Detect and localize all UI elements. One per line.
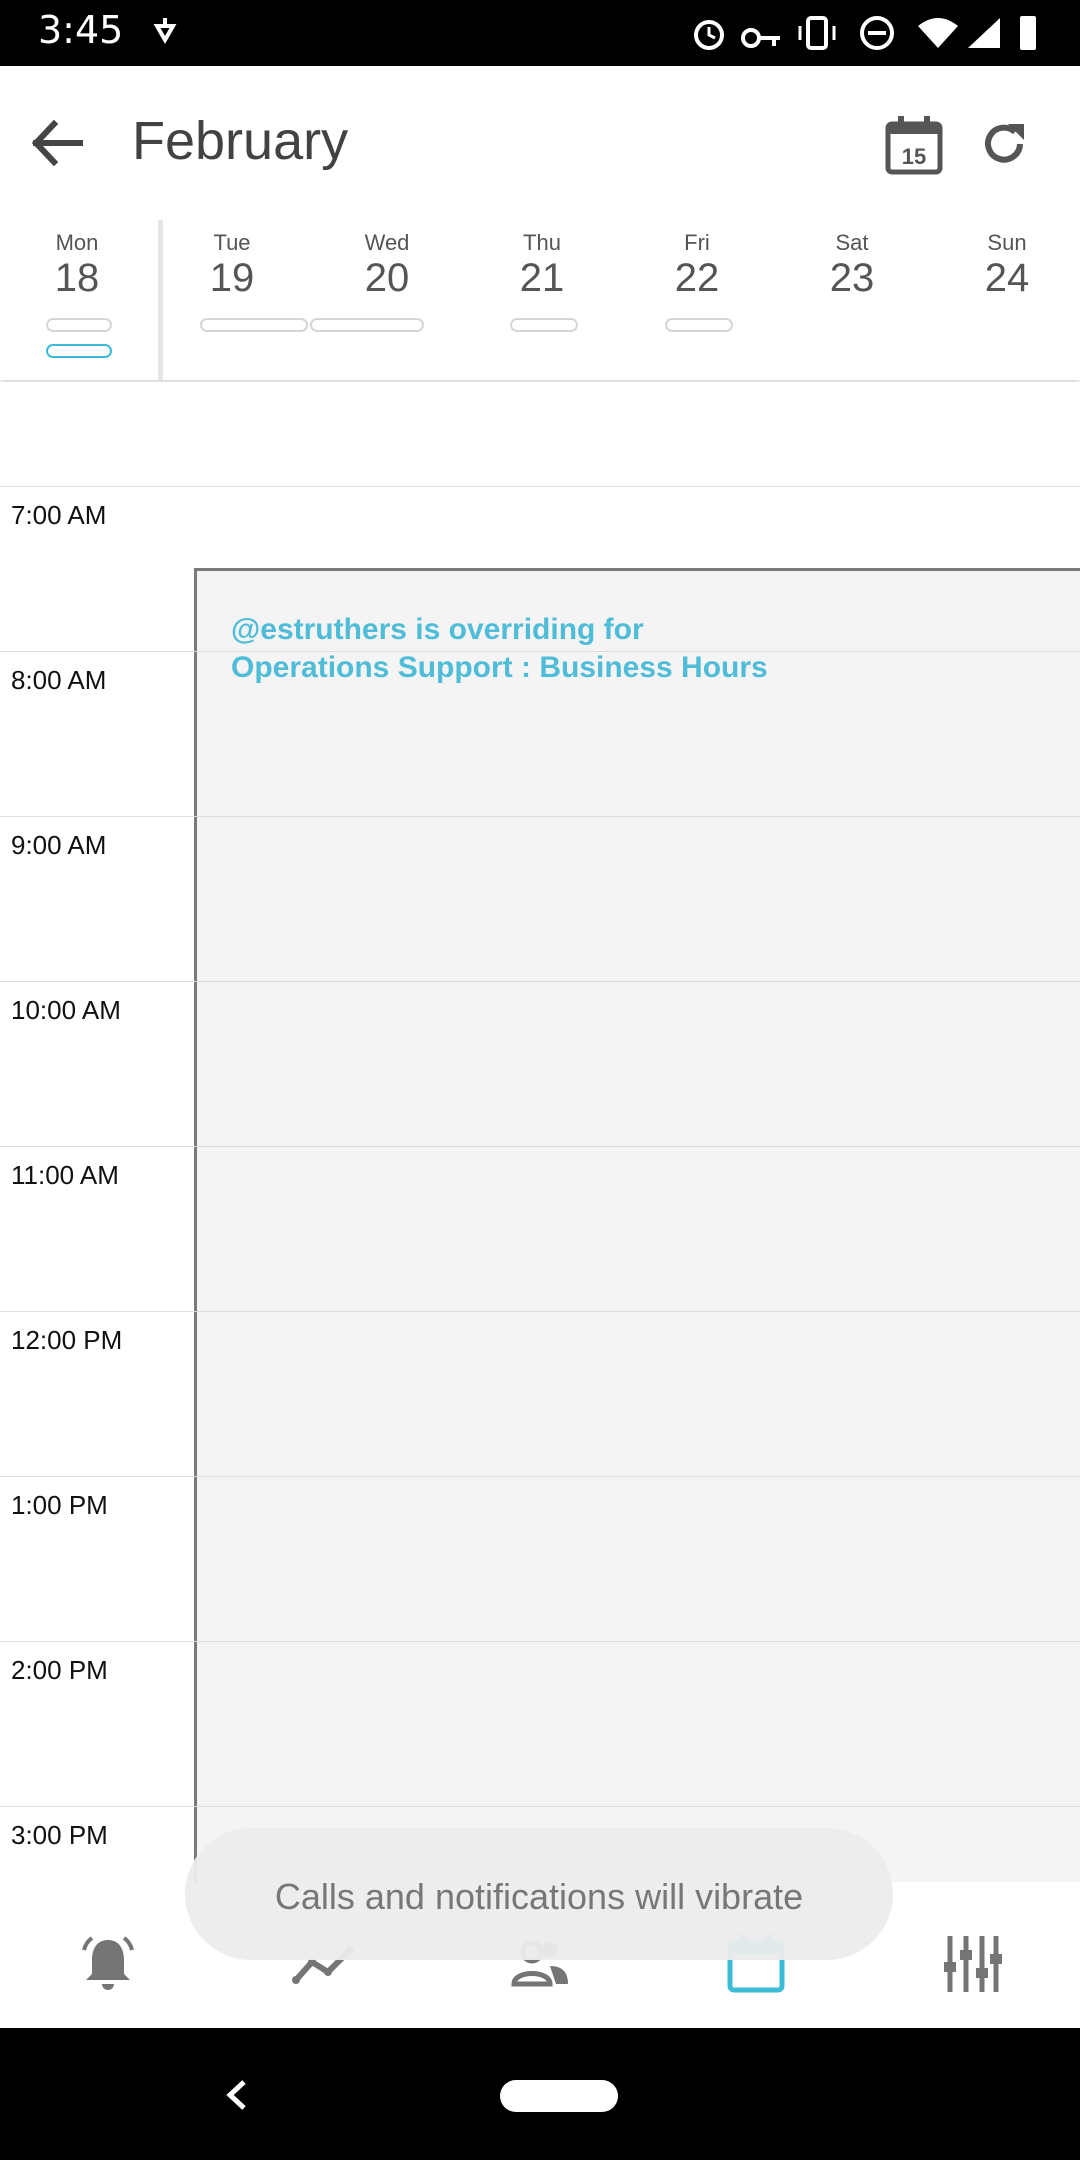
signal-icon — [968, 18, 1000, 48]
shift-indicator — [46, 318, 112, 332]
event-hour-line — [194, 1146, 1080, 1147]
time-label: 1:00 PM — [11, 1490, 108, 1520]
day-name: Thu — [523, 230, 561, 255]
time-label: 9:00 AM — [11, 830, 107, 860]
toast: Calls and notifications will vibrate — [185, 1828, 893, 1960]
time-label: 10:00 AM — [11, 995, 121, 1025]
day-name: Wed — [364, 230, 410, 255]
system-navigation — [0, 2028, 1080, 2160]
time-label: 3:00 PM — [11, 1820, 108, 1850]
day-tue[interactable]: Tue 19 — [167, 230, 297, 298]
event-text: @estruthers is overriding for Operations… — [231, 611, 768, 687]
event-line-1: @estruthers is overriding for — [231, 613, 644, 646]
event-hour-line — [194, 1806, 1080, 1807]
time-label: 8:00 AM — [11, 665, 107, 695]
time-label: 12:00 PM — [11, 1325, 123, 1355]
home-pill[interactable] — [500, 2080, 618, 2112]
day-sun[interactable]: Sun 24 — [942, 230, 1072, 298]
day-name: Mon — [55, 230, 99, 255]
battery-icon — [1020, 16, 1036, 50]
day-mon[interactable]: Mon 18 — [12, 230, 142, 298]
vpn-key-icon — [741, 28, 780, 48]
event-hour-line — [194, 1476, 1080, 1477]
event-hour-line — [194, 1641, 1080, 1642]
day-wed[interactable]: Wed 20 — [322, 230, 452, 298]
selected-day-divider — [158, 220, 163, 380]
svg-text:15: 15 — [902, 144, 926, 169]
time-label: 11:00 AM — [11, 1160, 119, 1190]
schedule-view[interactable]: 7:00 AM 8:00 AM 9:00 AM 10:00 AM 11:00 A… — [0, 382, 1080, 1882]
system-back-icon[interactable] — [222, 2078, 250, 2112]
shift-indicator — [665, 318, 733, 332]
override-event[interactable]: @estruthers is overriding for Operations… — [194, 568, 1080, 1882]
event-line-2: Operations Support : Business Hours — [231, 651, 768, 684]
calendar-today-icon[interactable]: 15 — [884, 114, 944, 176]
page-title: February — [132, 111, 349, 171]
status-time: 3:45 — [38, 8, 124, 52]
week-strip: Mon 18 Tue 19 Wed 20 Thu 21 Fri 22 Sat 2… — [0, 220, 1080, 380]
do-not-disturb-icon — [860, 16, 894, 50]
shift-indicator — [200, 318, 308, 332]
day-name: Sat — [835, 230, 869, 255]
shift-indicator — [310, 318, 424, 332]
back-arrow-icon[interactable] — [28, 114, 86, 172]
event-hour-line — [194, 816, 1080, 817]
app-bar: February 15 — [0, 66, 1080, 220]
event-hour-line — [194, 651, 1080, 652]
day-sat[interactable]: Sat 23 — [787, 230, 917, 298]
refresh-icon[interactable] — [978, 118, 1030, 170]
day-date: 22 — [674, 256, 720, 300]
day-thu[interactable]: Thu 21 — [477, 230, 607, 298]
hour-line — [0, 486, 1080, 487]
shift-indicator-selected — [46, 344, 112, 358]
bell-icon[interactable] — [76, 1932, 140, 1996]
vibrate-icon — [798, 16, 836, 50]
event-hour-line — [194, 981, 1080, 982]
status-bar: 3:45 — [0, 0, 1080, 66]
day-date: 20 — [364, 256, 410, 300]
day-date: 21 — [519, 256, 565, 300]
toast-text: Calls and notifications will vibrate — [274, 1876, 804, 1917]
day-date: 18 — [54, 256, 100, 300]
day-name: Sun — [987, 230, 1027, 255]
day-date: 23 — [829, 256, 875, 300]
location-icon — [153, 18, 177, 45]
day-date: 24 — [984, 256, 1030, 300]
day-date: 19 — [209, 256, 255, 300]
equalizer-icon[interactable] — [940, 1932, 1004, 1996]
alarm-icon — [694, 20, 724, 50]
shift-indicator — [510, 318, 578, 332]
day-name: Tue — [213, 230, 251, 255]
event-hour-line — [194, 1311, 1080, 1312]
wifi-icon — [918, 18, 958, 48]
day-fri[interactable]: Fri 22 — [632, 230, 762, 298]
day-name: Fri — [684, 230, 710, 255]
time-label: 7:00 AM — [11, 500, 107, 530]
time-label: 2:00 PM — [11, 1655, 108, 1685]
